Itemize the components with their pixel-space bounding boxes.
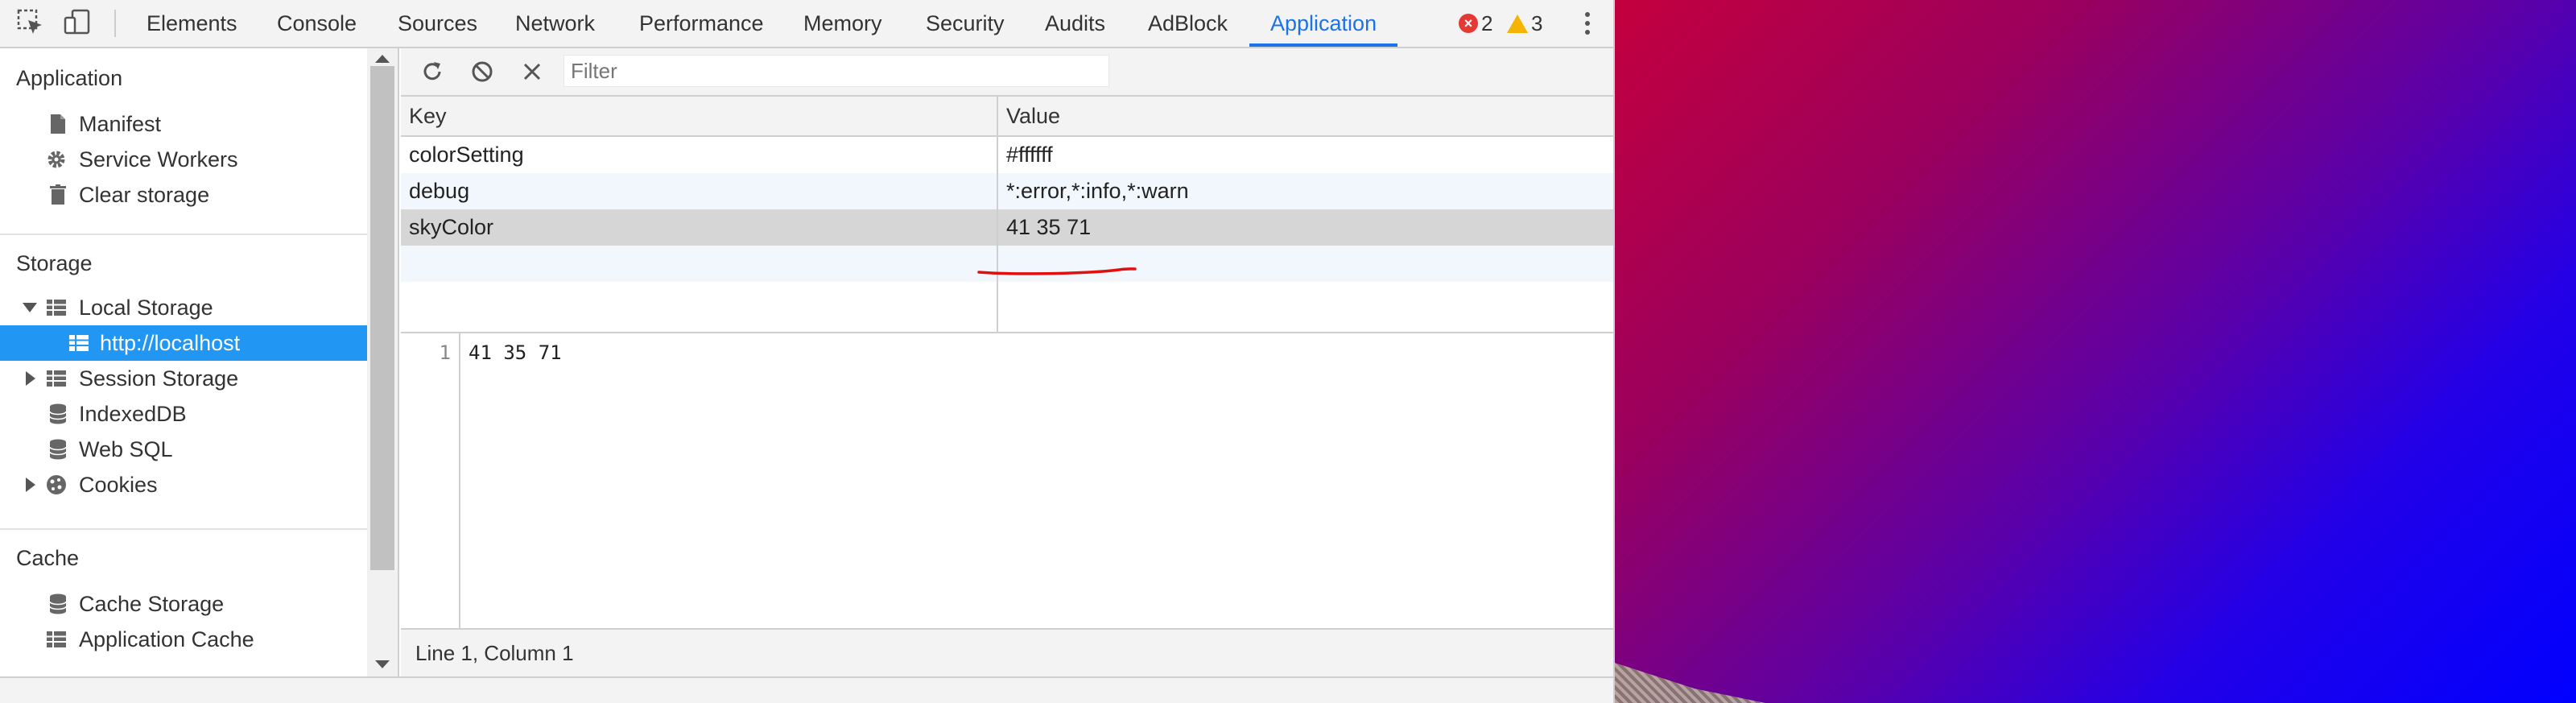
grid-icon [47,631,66,647]
sidebar-item-local-storage[interactable]: Local Storage [0,290,367,325]
table-row[interactable]: debug *:error,*:info,*:warn [401,173,1613,209]
tab-elements[interactable]: Elements [142,0,242,47]
refresh-icon[interactable] [419,58,446,85]
column-divider[interactable] [997,97,998,332]
scroll-up-icon[interactable] [375,55,390,63]
tab-memory[interactable]: Memory [799,0,887,47]
filter-input[interactable] [564,55,1109,87]
local-storage-panel: Key Value colorSetting #ffffff debug *:e… [401,48,1613,678]
gear-icon [47,151,65,168]
tab-console[interactable]: Console [272,0,361,47]
sidebar-item-web-sql[interactable]: Web SQL [0,432,367,467]
expand-arrow-icon[interactable] [26,371,35,386]
expand-arrow-icon[interactable] [23,303,37,312]
sidebar-item-label: Cache Storage [79,592,225,616]
error-count: 2 [1481,10,1493,35]
sidebar-item-cache-storage[interactable]: Cache Storage [0,586,367,622]
sidebar-item-manifest[interactable]: Manifest [0,106,367,142]
tab-sources[interactable]: Sources [393,0,482,47]
devtools-window: Elements Console Sources Network Perform… [0,0,1615,703]
cookie-icon [47,475,66,494]
status-bar: Line 1, Column 1 [401,628,1613,678]
error-icon: × [1459,14,1478,33]
table-row-selected[interactable]: skyColor 41 35 71 [401,209,1613,246]
table-filler [401,282,1613,332]
section-title-cache: Cache [16,546,80,570]
row-value: *:error,*:info,*:warn [1006,179,1189,203]
column-header-key[interactable]: Key [409,97,447,135]
warning-count-badge[interactable]: 3 [1507,11,1542,35]
delete-icon[interactable] [518,58,546,85]
row-value: 41 35 71 [1006,215,1092,239]
scrollbar-thumb[interactable] [370,66,394,570]
toolbar-separator [114,10,116,37]
row-key: skyColor [409,215,494,239]
sidebar-item-application-cache[interactable]: Application Cache [0,622,367,657]
table-row[interactable]: colorSetting #ffffff [401,137,1613,173]
storage-toolbar [401,48,1613,97]
grid-icon [47,370,66,387]
tab-application[interactable]: Application [1249,0,1398,47]
sidebar-item-clear-storage[interactable]: Clear storage [0,177,367,213]
sidebar-item-label: Clear storage [79,183,210,207]
trash-icon [50,184,66,205]
red-annotation-underline [977,267,1137,275]
sidebar-item-label: IndexedDB [79,402,187,426]
expand-arrow-icon[interactable] [26,478,35,492]
section-divider [0,528,367,530]
sidebar-item-label: Service Workers [79,147,238,172]
section-title-storage: Storage [16,251,93,275]
tab-security[interactable]: Security [921,0,1009,47]
sidebar-item-label: Cookies [79,473,158,497]
warning-count: 3 [1531,10,1543,35]
sidebar-tree: Application Manifest Service Workers Cle… [0,48,367,676]
sidebar-item-cookies[interactable]: Cookies [0,467,367,502]
grid-icon [47,300,66,316]
line-number: 1 [439,341,451,364]
console-drawer-edge[interactable] [0,676,1613,703]
sidebar-item-indexeddb[interactable]: IndexedDB [0,396,367,432]
ground-texture [1615,663,1765,703]
document-icon [51,114,65,134]
database-icon [49,439,67,460]
section-divider [0,234,367,235]
sidebar-item-label: Web SQL [79,437,173,461]
database-icon [49,403,67,424]
storage-table: Key Value colorSetting #ffffff debug *:e… [401,97,1613,333]
application-sidebar: Application Manifest Service Workers Cle… [0,48,369,676]
row-key: debug [409,179,470,203]
sidebar-item-session-storage[interactable]: Session Storage [0,361,367,396]
section-title-application: Application [16,66,123,90]
main-tab-bar: Elements Console Sources Network Perform… [0,0,1613,48]
error-count-badge[interactable]: × 2 [1459,11,1492,35]
page-viewport [1615,0,2576,703]
clear-all-icon[interactable] [469,58,496,85]
sidebar-item-label: Application Cache [79,627,254,651]
sidebar-item-service-workers[interactable]: Service Workers [0,142,367,177]
sidebar-item-label: Session Storage [79,366,239,391]
sidebar-scrollbar[interactable] [367,48,399,676]
tab-network[interactable]: Network [510,0,600,47]
more-options-icon[interactable] [1579,10,1596,39]
inspect-element-icon[interactable] [16,8,45,37]
database-icon [49,593,67,614]
device-toolbar-icon[interactable] [63,8,92,37]
value-preview-editor[interactable]: 1 41 35 71 [401,333,1613,628]
sidebar-item-localhost[interactable]: http://localhost [0,325,367,361]
row-value: #ffffff [1006,143,1053,167]
preview-content[interactable]: 41 35 71 [469,341,562,364]
line-number-gutter: 1 [401,333,460,628]
tab-audits[interactable]: Audits [1040,0,1110,47]
row-key: colorSetting [409,143,524,167]
column-header-value[interactable]: Value [1006,97,1060,135]
tab-performance[interactable]: Performance [634,0,769,47]
tab-adblock[interactable]: AdBlock [1143,0,1232,47]
cursor-position: Line 1, Column 1 [415,641,574,665]
scroll-down-icon[interactable] [375,660,390,668]
warning-icon [1507,14,1528,33]
sidebar-item-label: Manifest [79,112,162,136]
grid-icon [69,335,89,351]
sidebar-item-label: http://localhost [100,331,241,355]
sidebar-item-label: Local Storage [79,296,213,320]
